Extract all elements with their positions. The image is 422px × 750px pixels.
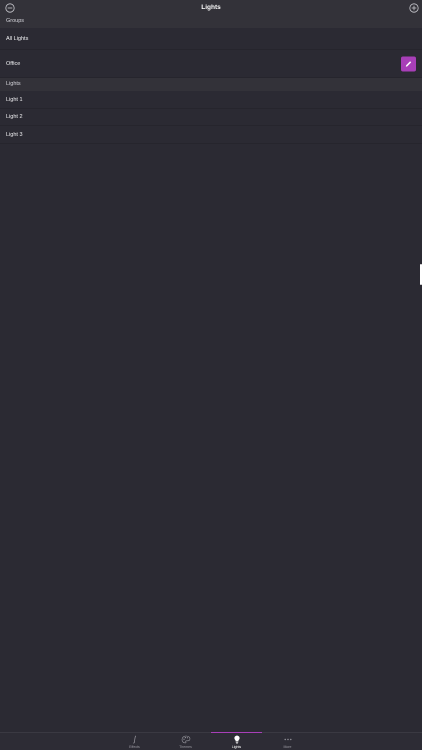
lightbulb-icon xyxy=(233,735,240,744)
edit-group-button[interactable] xyxy=(401,56,416,71)
lights-section-header: Lights xyxy=(0,78,422,91)
light-row-2[interactable]: Light 2 xyxy=(0,109,422,126)
tab-themes[interactable]: Themes xyxy=(160,733,211,750)
light-row-label: Light 3 xyxy=(6,131,23,138)
tab-effects[interactable]: Effects xyxy=(109,733,160,750)
tab-label: Effects xyxy=(129,745,140,749)
navigation-bar: Lights xyxy=(0,0,422,15)
active-tab-indicator xyxy=(211,732,262,733)
tab-bar: Effects Themes Lights More xyxy=(0,732,422,750)
light-row-label: Light 2 xyxy=(6,114,23,120)
group-row-label: Office xyxy=(6,60,21,67)
group-row-all-lights[interactable]: All Lights xyxy=(0,28,422,50)
light-row-label: Light 1 xyxy=(6,96,23,103)
page-title: Lights xyxy=(201,4,221,11)
tab-more[interactable]: More xyxy=(262,733,313,750)
tab-label: Themes xyxy=(179,745,192,749)
pencil-icon xyxy=(405,60,412,67)
ellipsis-icon xyxy=(284,738,291,741)
light-row-1[interactable]: Light 1 xyxy=(0,91,422,109)
music-note-icon xyxy=(132,735,136,744)
plus-circle-icon[interactable] xyxy=(408,2,419,13)
group-row-office[interactable]: Office xyxy=(0,50,422,78)
palette-icon xyxy=(181,735,190,744)
group-row-label: All Lights xyxy=(6,35,29,42)
light-row-3[interactable]: Light 3 xyxy=(0,126,422,144)
tab-label: Lights xyxy=(231,745,242,749)
tab-label: More xyxy=(283,745,292,749)
tab-lights[interactable]: Lights xyxy=(211,732,262,750)
groups-section-header: Groups xyxy=(0,15,422,28)
